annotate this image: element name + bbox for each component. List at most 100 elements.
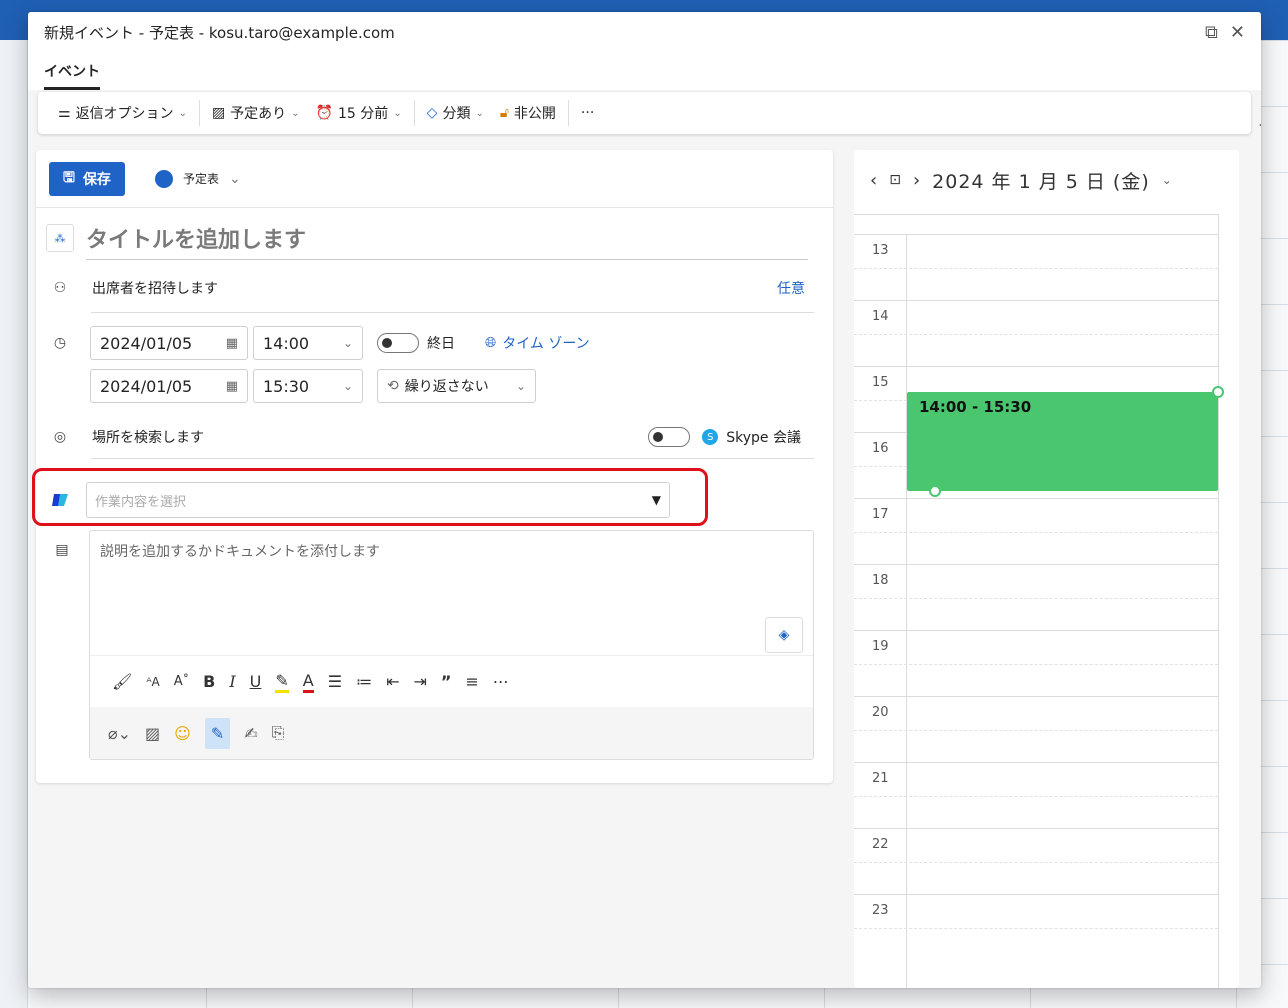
hour-label: 19 bbox=[872, 639, 889, 654]
resize-handle-top[interactable] bbox=[1212, 386, 1224, 398]
title-row: ⁂ タイトルを追加します bbox=[36, 216, 833, 260]
reminder-button[interactable]: ⏰ 15 分前 ⌄ bbox=[308, 103, 410, 123]
event-form: 🖫 保存 予定表 ⌄ ⁂ タイトルを追加します ⚇ 出席者を招待します 任意 ◷… bbox=[32, 150, 833, 783]
hour-label: 15 bbox=[872, 375, 889, 390]
calendar-header: ‹ ⊡ › 2024 年 1 月 5 日 (金) ⌄ bbox=[854, 150, 1239, 210]
chevron-down-icon: ⌄ bbox=[1161, 173, 1172, 187]
more-options-button[interactable]: ··· bbox=[573, 105, 602, 121]
category-button[interactable]: ◇ 分類 ⌄ bbox=[419, 103, 492, 123]
outdent-icon[interactable]: ⇤ bbox=[386, 672, 399, 691]
private-label: 非公開 bbox=[513, 106, 556, 122]
highlight-box bbox=[32, 468, 708, 526]
hour-slot[interactable]: 23 bbox=[854, 894, 1218, 960]
font-color-icon[interactable]: A bbox=[302, 671, 314, 693]
optional-attendees-link[interactable]: 任意 bbox=[777, 278, 805, 298]
all-day-label: 終日 bbox=[427, 336, 455, 352]
attach-icon[interactable]: ⌀⌄ bbox=[108, 724, 131, 743]
sliders-icon: ⚌ bbox=[58, 105, 71, 121]
indent-icon[interactable]: ⇥ bbox=[413, 672, 426, 691]
hour-slot[interactable]: 22 bbox=[854, 828, 1218, 894]
hour-slot[interactable]: 19 bbox=[854, 630, 1218, 696]
end-time-field[interactable]: 15:30 ⌄ bbox=[253, 369, 363, 403]
italic-icon[interactable]: I bbox=[229, 672, 235, 691]
expand-toolbar-icon[interactable]: ⌄ bbox=[1257, 116, 1261, 130]
more-format-icon[interactable]: ⋯ bbox=[493, 672, 509, 691]
calendar-icon: ▦ bbox=[225, 378, 238, 394]
calendar-color-dot bbox=[154, 169, 173, 188]
all-day-toggle[interactable] bbox=[377, 333, 419, 353]
half-hour-line bbox=[854, 334, 1218, 335]
tab-event[interactable]: イベント bbox=[44, 61, 100, 90]
hour-label: 18 bbox=[872, 573, 889, 588]
highlight-color-icon[interactable]: ✎ bbox=[275, 671, 289, 693]
start-date-field[interactable]: 2024/01/05 ▦ bbox=[90, 326, 248, 360]
underline-icon[interactable]: U bbox=[250, 672, 262, 691]
loop-icon[interactable]: ⎘ bbox=[272, 723, 285, 743]
event-block[interactable]: 14:00 - 15:30 bbox=[907, 386, 1224, 497]
hour-slot[interactable]: 17 bbox=[854, 498, 1218, 564]
title-input[interactable]: タイトルを追加します bbox=[86, 216, 808, 260]
grow-font-icon[interactable]: A˚ bbox=[174, 674, 189, 689]
hour-slot[interactable]: 20 bbox=[854, 696, 1218, 762]
description-placeholder: 説明を追加するかドキュメントを添付します bbox=[100, 544, 380, 560]
image-icon[interactable]: ▨ bbox=[145, 724, 160, 743]
half-hour-line bbox=[854, 862, 1218, 863]
description-editor[interactable]: 説明を追加するかドキュメントを添付します ◈ 🖌︎ ᴬA A˚ B I U ✎ … bbox=[89, 530, 814, 760]
lock-icon: 🔓︎ bbox=[499, 105, 509, 121]
grid-right-line bbox=[1218, 214, 1219, 988]
skype-toggle[interactable] bbox=[648, 427, 691, 447]
editor-icon[interactable]: ✎ bbox=[204, 717, 231, 749]
window-buttons: ⧉ ✕ bbox=[1205, 22, 1245, 43]
busy-status-button[interactable]: ▨ 予定あり ⌄ bbox=[204, 103, 308, 123]
start-time-field[interactable]: 14:00 ⌄ bbox=[253, 326, 363, 360]
template-icon[interactable]: ⁂ bbox=[46, 224, 74, 252]
start-row: ◷ 2024/01/05 ▦ 14:00 ⌄ 終日 🌐︎ タイム ゾーン bbox=[36, 326, 590, 360]
emoji-icon[interactable]: ☺ bbox=[174, 724, 191, 743]
font-size-icon[interactable]: ᴬA bbox=[146, 675, 159, 689]
save-button[interactable]: 🖫 保存 bbox=[49, 161, 125, 196]
align-icon[interactable]: ≡ bbox=[465, 672, 478, 691]
close-icon[interactable]: ✕ bbox=[1230, 22, 1245, 43]
private-button[interactable]: 🔓︎ 非公開 bbox=[492, 103, 564, 123]
today-icon[interactable]: ⊡ bbox=[889, 172, 901, 188]
signature-icon[interactable]: ✍ bbox=[244, 724, 257, 743]
hour-slot[interactable]: 14 bbox=[854, 300, 1218, 366]
calendar-date-label[interactable]: 2024 年 1 月 5 日 (金) bbox=[932, 167, 1150, 194]
hour-slot[interactable]: 18 bbox=[854, 564, 1218, 630]
repeat-dropdown[interactable]: ⟲ 繰り返さない ⌄ bbox=[377, 369, 536, 403]
start-date-value: 2024/01/05 bbox=[100, 333, 193, 353]
format-painter-icon[interactable]: 🖌︎ bbox=[112, 672, 132, 691]
response-options-button[interactable]: ⚌ 返信オプション ⌄ bbox=[50, 103, 195, 123]
attendees-input[interactable]: 出席者を招待します bbox=[92, 278, 218, 298]
previous-day-icon[interactable]: ‹ bbox=[870, 170, 877, 191]
timezone-link[interactable]: タイム ゾーン bbox=[502, 333, 589, 353]
hour-label: 16 bbox=[872, 441, 889, 456]
toolbar-divider bbox=[413, 100, 415, 126]
end-date-value: 2024/01/05 bbox=[100, 376, 193, 396]
busy-status-label: 予定あり bbox=[230, 106, 287, 122]
end-date-field[interactable]: 2024/01/05 ▦ bbox=[90, 369, 248, 403]
location-row: ◎ 場所を検索します S Skype 会議 bbox=[36, 416, 833, 458]
skype-label: Skype 会議 bbox=[726, 430, 801, 446]
numbering-icon[interactable]: ≔ bbox=[356, 672, 372, 691]
location-input[interactable]: 場所を検索します bbox=[92, 427, 204, 447]
popout-icon[interactable]: ⧉ bbox=[1205, 22, 1218, 43]
background-left-rail bbox=[0, 40, 28, 1008]
quote-icon[interactable]: ” bbox=[441, 672, 452, 691]
new-event-dialog: 新規イベント - 予定表 - kosu.taro@example.com ⧉ ✕… bbox=[28, 12, 1261, 988]
day-calendar-pane: ‹ ⊡ › 2024 年 1 月 5 日 (金) ⌄ 13 14 15 16 17 18 1… bbox=[854, 150, 1239, 988]
chevron-down-icon: ⌄ bbox=[393, 107, 402, 119]
hour-slot[interactable]: 13 bbox=[854, 234, 1218, 300]
category-label: 分類 bbox=[442, 106, 471, 122]
calendar-selector[interactable]: 予定表 ⌄ bbox=[154, 169, 241, 188]
location-pin-icon: ◎ bbox=[53, 429, 67, 445]
next-day-icon[interactable]: › bbox=[913, 170, 920, 191]
bullets-icon[interactable]: ☰ bbox=[328, 672, 342, 691]
bold-icon[interactable]: B bbox=[203, 672, 215, 691]
half-hour-line bbox=[854, 928, 1218, 929]
gem-icon[interactable]: ◈ bbox=[765, 617, 803, 653]
hour-slot[interactable]: 21 bbox=[854, 762, 1218, 828]
half-hour-line bbox=[854, 532, 1218, 533]
event-time-label: 14:00 - 15:30 bbox=[919, 398, 1032, 416]
resize-handle-bottom[interactable] bbox=[929, 485, 941, 497]
